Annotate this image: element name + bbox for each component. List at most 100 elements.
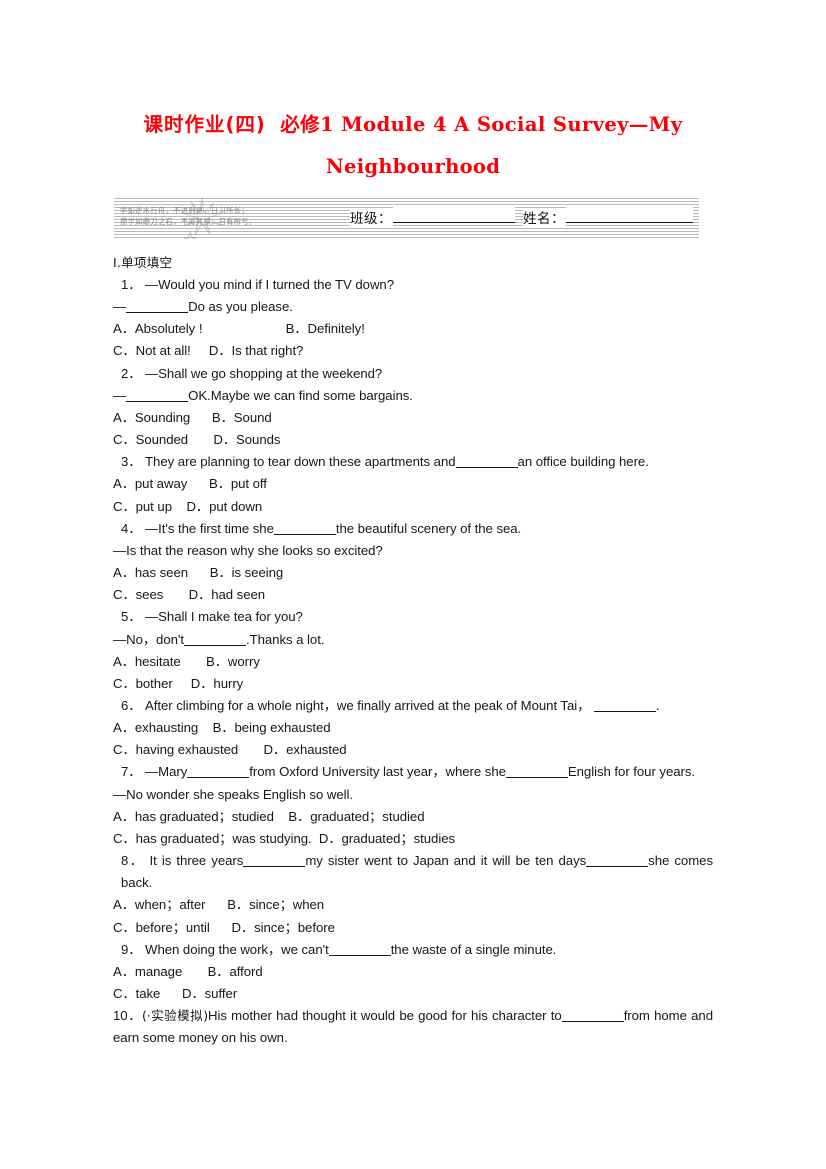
option-row: A．put away B．put off bbox=[113, 473, 713, 495]
option-d[interactable]: D．hurry bbox=[191, 676, 243, 691]
question-number: 8． bbox=[121, 853, 145, 869]
option-a[interactable]: A．hesitate bbox=[113, 654, 181, 669]
question-stem: 8． It is three years my sister went to Ja… bbox=[113, 850, 713, 894]
option-b[interactable]: B．Definitely! bbox=[286, 321, 365, 336]
title-line-1: 课时作业(四) 必修1 Module 4 A Social Survey—My bbox=[113, 103, 713, 146]
option-a[interactable]: A．Sounding bbox=[113, 410, 190, 425]
option-b[interactable]: B．graduated；studied bbox=[288, 809, 424, 824]
question-stem-tail: the beautiful scenery of the sea. bbox=[335, 520, 522, 536]
option-c[interactable]: C．having exhausted bbox=[113, 742, 238, 757]
answer-blank[interactable] bbox=[328, 942, 391, 956]
option-d[interactable]: D．exhausted bbox=[264, 742, 347, 757]
question-stem-mid: my sister went to Japan and it will be t… bbox=[305, 853, 587, 869]
name-field[interactable]: 姓名： bbox=[523, 207, 693, 228]
title-line-2: Neighbourhood bbox=[325, 155, 501, 178]
band-motto-line-2: 攒学如磨刀之石，不见其损，日有所亏。 bbox=[120, 216, 257, 226]
option-a[interactable]: A．manage bbox=[113, 964, 182, 979]
option-a[interactable]: A．put away bbox=[113, 476, 187, 491]
option-row: C．Sounded D．Sounds bbox=[113, 429, 713, 451]
question-stem-text: It is three years bbox=[149, 853, 244, 869]
answer-blank[interactable] bbox=[505, 764, 568, 779]
title-english-part: 必修1 Module 4 A Social Survey—My bbox=[280, 113, 683, 136]
band-motto: 学如逆水行舟，不进则退，日习所长； 攒学如磨刀之石，不见其损，日有所亏。 bbox=[120, 206, 335, 227]
option-c[interactable]: C．bother bbox=[113, 676, 173, 691]
worksheet-content: Ⅰ.单项填空 1． —Would you mind if I turned th… bbox=[113, 252, 713, 1049]
option-d[interactable]: D．suffer bbox=[182, 986, 237, 1001]
question-number: 9． bbox=[121, 941, 142, 957]
answer-blank[interactable] bbox=[126, 388, 189, 402]
question-stem-text: His mother had thought it would be good … bbox=[208, 1008, 562, 1024]
question-stem-text: —Shall we go shopping at the weekend? bbox=[145, 365, 383, 381]
student-info-band: 学如逆水行舟，不进则退，日习所长； 攒学如磨刀之石，不见其损，日有所亏。 班级：… bbox=[114, 198, 699, 239]
option-b[interactable]: B．since；when bbox=[227, 897, 324, 912]
question-stem-second-line: —No wonder she speaks English so well. bbox=[113, 786, 353, 802]
answer-blank[interactable] bbox=[187, 764, 250, 779]
option-a[interactable]: A．has seen bbox=[113, 565, 188, 580]
answer-blank[interactable] bbox=[243, 853, 306, 868]
answer-blank[interactable] bbox=[561, 1008, 624, 1023]
dash-marker: — bbox=[113, 387, 127, 403]
option-c[interactable]: C．before；until bbox=[113, 920, 210, 935]
question-stem: 5． —Shall I make tea for you? bbox=[113, 606, 713, 628]
option-c[interactable]: C．sees bbox=[113, 587, 163, 602]
worksheet-page: 课时作业(四) 必修1 Module 4 A Social Survey—My … bbox=[0, 0, 826, 1169]
option-d[interactable]: D．since；before bbox=[231, 920, 334, 935]
option-row: A．exhausting B．being exhausted bbox=[113, 717, 713, 739]
question-stem: 4． —It's the first time she the beautiful… bbox=[113, 518, 713, 540]
answer-blank[interactable] bbox=[455, 454, 518, 469]
question-stem-text: When doing the work，we can't bbox=[145, 941, 329, 957]
class-field-rule[interactable] bbox=[393, 207, 515, 223]
option-c[interactable]: C．take bbox=[113, 986, 160, 1001]
option-row: C．sees D．had seen bbox=[113, 584, 713, 606]
answer-blank[interactable] bbox=[126, 299, 189, 314]
answer-blank[interactable] bbox=[183, 632, 246, 646]
option-d[interactable]: D．put down bbox=[186, 499, 262, 514]
option-a[interactable]: A．has graduated；studied bbox=[113, 809, 274, 824]
option-row: C．before；until D．since；before bbox=[113, 917, 713, 939]
option-b[interactable]: B．afford bbox=[208, 964, 263, 979]
option-b[interactable]: B．put off bbox=[209, 476, 267, 491]
answer-blank[interactable] bbox=[273, 521, 336, 535]
option-row: C．has graduated；was studying. D．graduate… bbox=[113, 828, 713, 850]
option-b[interactable]: B．is seeing bbox=[210, 565, 284, 580]
option-row: A．Absolutely ! B．Definitely! bbox=[113, 318, 713, 340]
option-row: C．take D．suffer bbox=[113, 983, 713, 1005]
question-stem-text: —It's the first time she bbox=[145, 520, 274, 536]
section-heading: Ⅰ.单项填空 bbox=[113, 255, 173, 270]
option-d[interactable]: D．Sounds bbox=[213, 432, 280, 447]
question-stem-text: They are planning to tear down these apa… bbox=[145, 454, 456, 470]
title-chinese-prefix: 课时作业(四) bbox=[143, 113, 266, 136]
name-field-rule[interactable] bbox=[566, 207, 693, 223]
option-c[interactable]: C．Not at all! bbox=[113, 343, 191, 358]
option-b[interactable]: B．being exhausted bbox=[213, 720, 331, 735]
dash-marker: —No，don't bbox=[113, 631, 184, 647]
option-a[interactable]: A．Absolutely ! bbox=[113, 321, 203, 336]
option-b[interactable]: B．Sound bbox=[212, 410, 272, 425]
option-row: C．bother D．hurry bbox=[113, 673, 713, 695]
option-row: A．has graduated；studied B．graduated；stud… bbox=[113, 806, 713, 828]
option-a[interactable]: A．when；after bbox=[113, 897, 206, 912]
dash-marker: — bbox=[113, 299, 127, 315]
option-c[interactable]: C．put up bbox=[113, 499, 172, 514]
question-stem: 2． —Shall we go shopping at the weekend? bbox=[113, 363, 713, 385]
option-row: A．when；after B．since；when bbox=[113, 894, 713, 916]
question-stem: 10．(·实验模拟)His mother had thought it woul… bbox=[113, 1005, 713, 1049]
answer-blank[interactable] bbox=[586, 853, 649, 868]
answer-blank[interactable] bbox=[593, 698, 656, 712]
option-c[interactable]: C．has graduated；was studying. bbox=[113, 831, 312, 846]
question-stem-tail: Do as you please. bbox=[188, 299, 293, 315]
question-stem: 9． When doing the work，we can't the waste… bbox=[113, 939, 713, 961]
option-d[interactable]: D．Is that right? bbox=[209, 343, 304, 358]
option-d[interactable]: D．had seen bbox=[189, 587, 266, 602]
option-b[interactable]: B．worry bbox=[206, 654, 260, 669]
option-a[interactable]: A．exhausting bbox=[113, 720, 198, 735]
question-stem-tail: an office building here. bbox=[517, 454, 649, 470]
option-row: A．hesitate B．worry bbox=[113, 651, 713, 673]
option-d[interactable]: D．graduated；studies bbox=[319, 831, 455, 846]
question-stem: 1． —Would you mind if I turned the TV do… bbox=[113, 274, 713, 296]
option-c[interactable]: C．Sounded bbox=[113, 432, 188, 447]
question-source-tag: (·实验模拟) bbox=[141, 1008, 208, 1024]
class-field[interactable]: 班级： bbox=[350, 207, 515, 228]
option-row: A．has seen B．is seeing bbox=[113, 562, 713, 584]
option-row: A．Sounding B．Sound bbox=[113, 407, 713, 429]
